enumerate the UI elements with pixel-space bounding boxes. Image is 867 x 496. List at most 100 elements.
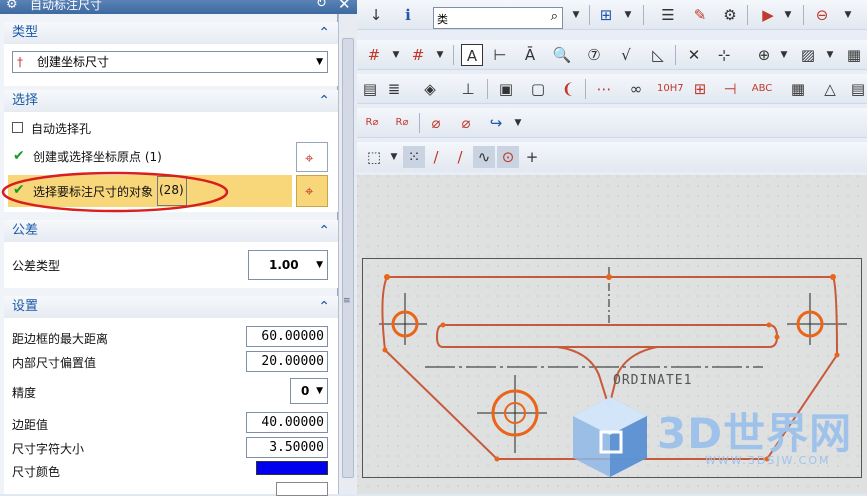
zoom-icon[interactable]: 🔍 (551, 44, 573, 66)
grip-icon: ≡ (343, 296, 351, 306)
dropdown-arrow-icon[interactable]: ▼ (429, 44, 451, 66)
datum-icon[interactable]: ⊞ (689, 78, 711, 100)
gear-icon[interactable]: ⚙ (6, 0, 18, 12)
sheet-icon[interactable]: ▤ (359, 78, 381, 100)
note-icon[interactable]: Ā (519, 44, 541, 66)
margin-input[interactable]: 40.00000 (246, 412, 328, 433)
line-icon[interactable]: / (449, 146, 471, 168)
snap-points-icon[interactable]: ⁙ (403, 146, 425, 168)
collapse-icon[interactable]: ⌃ (318, 90, 330, 112)
settings-section-header[interactable]: 设置 ⌃ (4, 296, 338, 318)
select-origin-button[interactable]: ⌖ (296, 142, 328, 172)
dropdown-arrow-icon[interactable]: ▼ (617, 4, 639, 26)
grid-icon[interactable]: # (363, 44, 385, 66)
reset-icon[interactable]: ↻ (316, 0, 327, 11)
binocular-icon[interactable]: ∞ (625, 78, 647, 100)
weld-icon[interactable]: ◺ (647, 44, 669, 66)
point-icon[interactable]: ⊙ (497, 146, 519, 168)
axis-icon[interactable]: ⊥ (457, 78, 479, 100)
type-section-header[interactable]: 类型 ⌃ (4, 22, 338, 44)
watermark-cube-icon (573, 397, 647, 477)
dropdown-arrow-icon: ▼ (316, 57, 323, 67)
arc-view-icon[interactable]: ❨ (557, 78, 579, 100)
radius-icon[interactable]: R⌀ (361, 112, 383, 134)
table-x-icon[interactable]: ▦ (787, 78, 809, 100)
crosshair-icon: ⌖ (305, 182, 314, 200)
centerline-icon[interactable]: ⊹ (713, 44, 735, 66)
watermark-url: WWW.3DSJW.COM (705, 454, 831, 467)
dim-grid-icon[interactable]: ⋯ (593, 78, 615, 100)
dropdown-arrow-icon[interactable]: ▼ (385, 44, 407, 66)
cube-icon[interactable]: ◈ (419, 78, 441, 100)
tolerance-type-dropdown[interactable]: 1.00 ▼ (248, 250, 328, 280)
spreadsheet-icon[interactable]: ▤ (847, 78, 867, 100)
fit-icon[interactable]: 10H7 (657, 78, 684, 100)
tolerance-section-body: 公差类型 1.00 ▼ (4, 242, 338, 288)
dropdown-arrow-icon[interactable]: ▼ (777, 4, 799, 26)
diameter-icon[interactable]: ⌀ (425, 112, 447, 134)
precision-value: 0 (301, 384, 310, 398)
dropdown-arrow-icon[interactable]: ▼ (837, 4, 859, 26)
dropdown-arrow-icon[interactable]: ▼ (819, 44, 841, 66)
scrollbar-thumb[interactable] (342, 38, 354, 478)
dropdown-arrow-icon[interactable]: ▼ (507, 112, 529, 134)
collapse-icon[interactable]: ⌃ (318, 296, 330, 318)
frame-icon[interactable]: ▣ (495, 78, 517, 100)
inner-offset-input[interactable]: 20.00000 (246, 351, 328, 372)
close-icon[interactable]: ✕ (338, 0, 351, 13)
position-icon[interactable]: ⊣ (719, 78, 741, 100)
settings-icon[interactable]: ⚙ (719, 4, 741, 26)
collapse-icon[interactable]: ⌃ (318, 22, 330, 44)
type-dropdown[interactable]: † 创建坐标尺寸 ▼ (12, 51, 328, 73)
selection-box-icon[interactable]: ⬚ (363, 146, 385, 168)
plus-icon[interactable]: + (521, 146, 543, 168)
dialog-scrollbar[interactable]: ≡ (338, 14, 357, 494)
play-icon[interactable]: ▶ (757, 4, 779, 26)
dropdown-arrow-icon[interactable]: ▼ (773, 44, 795, 66)
type-section-title: 类型 (12, 25, 39, 40)
ordinate-dim-icon: † (17, 55, 23, 69)
surface-finish-icon[interactable]: √ (615, 44, 637, 66)
circle-line-icon[interactable]: ⊖ (811, 4, 833, 26)
leader-icon[interactable]: ⊢ (489, 44, 511, 66)
triangle-icon[interactable]: △ (819, 78, 841, 100)
text-icon[interactable]: A (461, 44, 483, 66)
arrow-curve-icon[interactable]: ↪ (485, 112, 507, 134)
tolerance-section-header[interactable]: 公差 ⌃ (4, 220, 338, 242)
edit-icon[interactable]: ✎ (689, 4, 711, 26)
view-icon[interactable]: ▢ (527, 78, 549, 100)
fit-view-icon[interactable]: ⊞ (595, 4, 617, 26)
settings-section-title: 设置 (12, 299, 39, 314)
collapse-icon[interactable]: ⌃ (318, 220, 330, 242)
dropdown-arrow-icon[interactable]: ▼ (565, 4, 587, 26)
image-icon[interactable]: ▨ (797, 44, 819, 66)
max-dist-input[interactable]: 60.00000 (246, 326, 328, 347)
radius-icon[interactable]: R⌀ (391, 112, 413, 134)
curve-icon[interactable]: ∿ (473, 146, 495, 168)
center-mark-icon[interactable]: ⊕ (753, 44, 775, 66)
auto-dimension-dialog: 类型 ⌃ † 创建坐标尺寸 ▼ 选择 ⌃ 自动选择孔 ✔ 创建或选择坐标原点 (… (0, 0, 338, 496)
precision-label: 精度 (12, 386, 37, 400)
arrow-icon[interactable]: ↓ (365, 4, 387, 26)
dim-color-swatch[interactable] (256, 461, 328, 475)
dim-color-label: 尺寸颜色 (12, 465, 61, 479)
dropdown-arrow-icon: ▼ (316, 386, 323, 396)
layers-icon[interactable]: ☰ (657, 4, 679, 26)
select-objects-button[interactable]: ⌖ (296, 175, 328, 207)
auto-hole-checkbox[interactable] (12, 122, 23, 133)
precision-dropdown[interactable]: 0 ▼ (290, 378, 328, 404)
list-icon[interactable]: ≣ (383, 78, 405, 100)
abc-icon[interactable]: ABC (751, 78, 773, 100)
info-icon[interactable]: ℹ (397, 4, 419, 26)
char-size-input[interactable]: 3.50000 (246, 437, 328, 458)
line-icon[interactable]: / (425, 146, 447, 168)
dropdown-arrow-icon[interactable]: ▼ (383, 146, 405, 168)
tolerance-type-label: 公差类型 (12, 259, 61, 273)
grid-icon[interactable]: # (407, 44, 429, 66)
select-section-header[interactable]: 选择 ⌃ (4, 90, 338, 112)
table-icon[interactable]: ▦ (843, 44, 865, 66)
cross-icon[interactable]: ✕ (683, 44, 705, 66)
search-box[interactable]: 类 ⌕ (433, 7, 563, 29)
balloon-icon[interactable]: ⑦ (583, 44, 605, 66)
diameter-icon[interactable]: ⌀ (455, 112, 477, 134)
